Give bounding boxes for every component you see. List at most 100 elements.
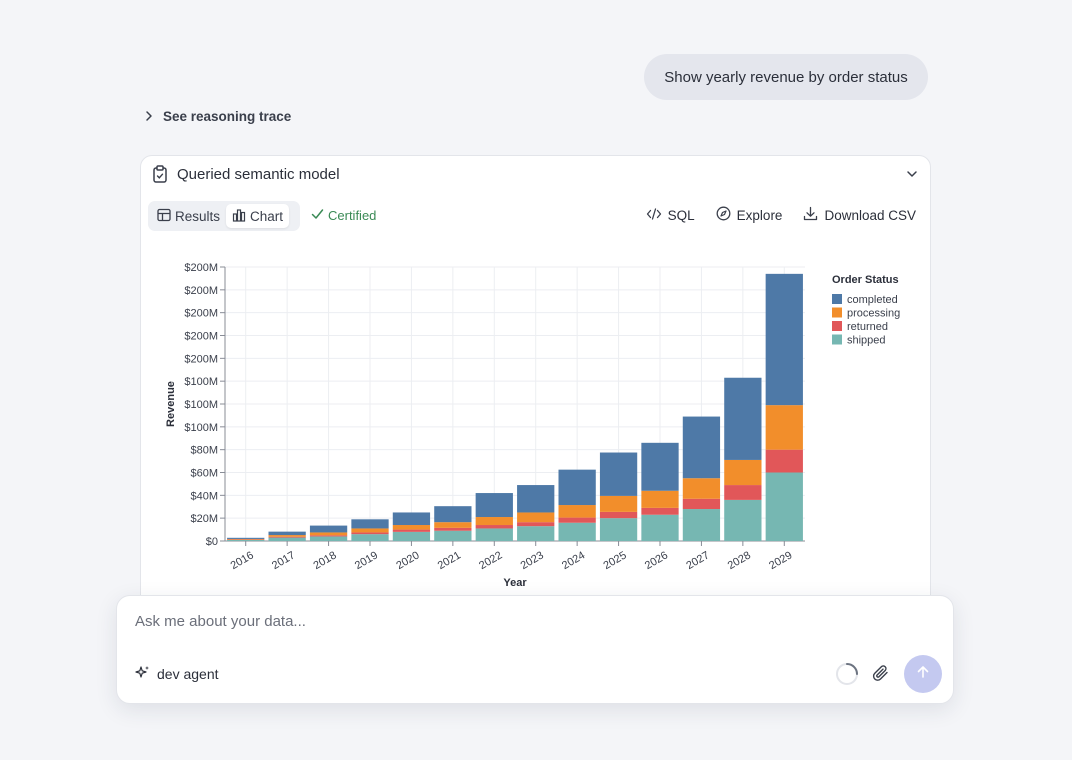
certified-label: Certified — [328, 208, 377, 223]
bar-segment-completed — [765, 273, 803, 406]
explore-button[interactable]: Explore — [716, 206, 782, 224]
download-csv-label: Download CSV — [824, 207, 916, 223]
download-csv-button[interactable]: Download CSV — [803, 206, 916, 224]
bar-segment-shipped — [475, 528, 513, 541]
code-icon — [646, 207, 662, 224]
y-tick-label: $200M — [184, 308, 218, 320]
check-icon — [311, 208, 324, 223]
bar-segment-completed — [392, 512, 431, 526]
bar-segment-shipped — [724, 499, 762, 541]
legend-label-completed: completed — [847, 294, 898, 306]
card-actions: SQL Explore Download CSV — [646, 206, 916, 224]
x-tick-label: 2025 — [601, 549, 628, 572]
legend-label-returned: returned — [847, 321, 888, 333]
bar-segment-returned — [392, 529, 431, 532]
bar-segment-shipped — [682, 509, 721, 541]
bar-segment-processing — [434, 522, 472, 528]
bar-segment-processing — [558, 505, 596, 518]
y-tick-label: $200M — [184, 353, 218, 365]
bar-segment-shipped — [309, 536, 348, 541]
loading-spinner-icon — [835, 662, 859, 691]
y-tick-label: $100M — [184, 376, 218, 388]
legend-label-processing: processing — [847, 308, 900, 320]
certified-badge: Certified — [311, 208, 376, 223]
agent-selector[interactable]: dev agent — [135, 665, 219, 683]
x-tick-label: 2029 — [767, 549, 794, 572]
bar-segment-returned — [641, 507, 679, 515]
y-tick-label: $100M — [184, 422, 218, 434]
bar-segment-returned — [724, 485, 762, 500]
card-title: Queried semantic model — [177, 166, 340, 183]
x-tick-label: 2021 — [436, 549, 463, 572]
tab-results[interactable]: Results — [151, 204, 226, 228]
paperclip-icon[interactable] — [871, 663, 891, 688]
x-tick-label: 2024 — [560, 549, 587, 572]
x-tick-label: 2023 — [519, 549, 546, 572]
bar-segment-shipped — [351, 534, 389, 541]
sql-button[interactable]: SQL — [646, 207, 695, 224]
x-tick-label: 2019 — [353, 549, 380, 572]
bar-segment-shipped — [558, 522, 596, 541]
y-axis-title: Revenue — [165, 381, 177, 427]
bar-segment-returned — [599, 511, 638, 519]
legend-swatch-processing — [832, 307, 842, 318]
bar-segment-completed — [724, 377, 762, 460]
query-result-card: Queried semantic model Results Chart Cer… — [140, 155, 931, 625]
bar-segment-processing — [641, 490, 679, 508]
reasoning-trace-label: See reasoning trace — [163, 108, 292, 124]
bar-segment-shipped — [641, 514, 679, 541]
chat-input[interactable] — [135, 610, 915, 632]
legend-swatch-shipped — [832, 334, 842, 345]
bar-segment-returned — [517, 522, 555, 527]
y-tick-label: $0 — [206, 536, 218, 548]
bar-segment-shipped — [392, 531, 431, 541]
bar-segment-returned — [475, 525, 513, 529]
y-tick-label: $40M — [190, 490, 218, 502]
bar-segment-returned — [765, 449, 803, 473]
x-tick-label: 2022 — [477, 549, 504, 572]
view-toggle: Results Chart — [148, 201, 300, 231]
download-icon — [803, 206, 818, 224]
bar-segment-completed — [309, 525, 348, 533]
bar-segment-returned — [351, 532, 389, 535]
x-tick-label: 2016 — [229, 549, 256, 572]
legend-swatch-returned — [832, 321, 842, 331]
y-tick-label: $200M — [184, 331, 218, 343]
bar-chart-icon — [232, 208, 246, 225]
card-header[interactable]: Queried semantic model — [141, 156, 930, 194]
bar-segment-completed — [599, 452, 638, 496]
chevron-down-icon[interactable] — [905, 167, 919, 186]
bar-segment-processing — [765, 405, 803, 450]
bar-segment-shipped — [227, 539, 265, 541]
clipboard-icon — [152, 165, 168, 188]
bar-segment-processing — [227, 538, 265, 540]
arrow-up-icon — [915, 664, 931, 685]
see-reasoning-trace-toggle[interactable]: See reasoning trace — [143, 106, 291, 126]
bar-segment-shipped — [765, 472, 803, 541]
send-button[interactable] — [904, 655, 942, 693]
legend-title: Order Status — [832, 274, 899, 286]
compass-icon — [716, 206, 731, 224]
table-icon — [157, 208, 171, 225]
y-tick-label: $200M — [184, 262, 218, 274]
bar-segment-returned — [268, 536, 306, 538]
user-message-bubble: Show yearly revenue by order status — [644, 54, 928, 100]
x-tick-label: 2028 — [726, 549, 753, 572]
bar-segment-processing — [475, 517, 513, 526]
bar-segment-shipped — [434, 530, 472, 541]
bar-segment-returned — [434, 527, 472, 531]
chat-composer: dev agent — [116, 595, 954, 704]
tab-chart[interactable]: Chart — [226, 204, 290, 228]
sql-button-label: SQL — [667, 207, 695, 223]
chart-svg: $0 $20M $40M $60M $80M $100M $100M $100M $200M $2… — [165, 262, 900, 589]
sparkle-icon — [135, 665, 150, 683]
chevron-right-icon — [143, 110, 155, 122]
y-tick-label: $100M — [184, 399, 218, 411]
agent-label: dev agent — [157, 666, 219, 682]
bar-segment-returned — [309, 535, 348, 537]
y-tick-label: $200M — [184, 285, 218, 297]
bar-segment-processing — [351, 528, 389, 533]
x-tick-label: 2018 — [311, 549, 338, 572]
bar-segment-completed — [682, 416, 721, 479]
bar-segment-completed — [227, 537, 265, 539]
